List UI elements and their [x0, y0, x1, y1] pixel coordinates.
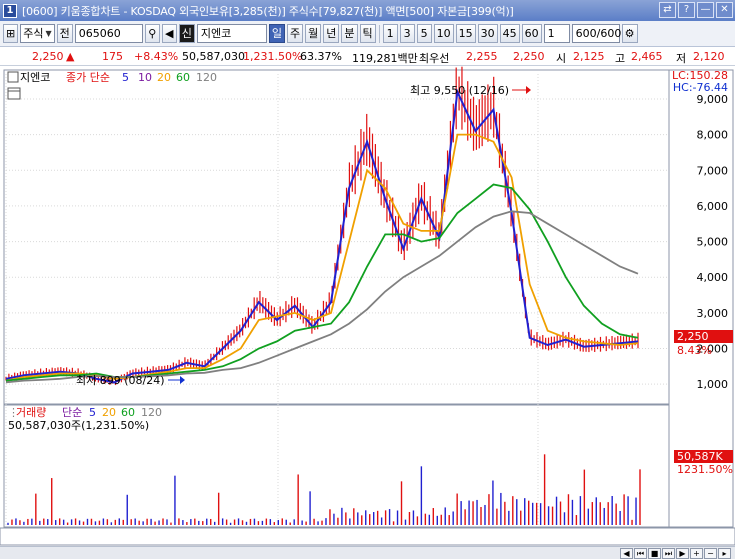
- price-change-pct: +8.43%: [134, 50, 179, 63]
- volume-label: 거래량: [16, 406, 46, 419]
- price-tick-label: 7,000: [697, 164, 729, 177]
- hc-value: HC:-76.44: [673, 81, 728, 94]
- up-arrow-icon: ▲: [66, 50, 75, 63]
- prev-button[interactable]: 전: [56, 24, 73, 43]
- quote-bar: 2,250 ▲ 175 +8.43% 50,587,030 1,231.50% …: [0, 47, 735, 66]
- period-day[interactable]: 일: [268, 24, 285, 43]
- legend-ma60: 60: [176, 71, 190, 84]
- open-price: 2,125: [573, 50, 605, 63]
- chart-window: 1 [0600] 키움종합차트 - KOSDAQ 외국인보유[3,285(천)]…: [0, 0, 735, 559]
- legend-marker-icon: [7, 71, 19, 83]
- market-select[interactable]: 주식 ▼: [20, 24, 55, 43]
- new-listing-badge: 신: [178, 24, 195, 43]
- minute-10[interactable]: 10: [433, 24, 454, 43]
- help-icon[interactable]: ?: [678, 2, 695, 18]
- volume-ma5: 5: [89, 406, 96, 419]
- period-month[interactable]: 월: [305, 24, 322, 43]
- price-tag-value: 2,250: [677, 330, 709, 343]
- scroll-first-icon[interactable]: ⏮: [634, 547, 647, 559]
- open-label: 시: [556, 52, 567, 65]
- minute-45[interactable]: 45: [499, 24, 520, 43]
- volume-today: 50,587,030주(1,231.50%): [8, 419, 149, 432]
- trade-amount: 119,281백만: [352, 52, 418, 65]
- volume-ma-label: 단순: [62, 406, 82, 419]
- speaker-icon[interactable]: ◀: [161, 24, 177, 43]
- divider: [378, 24, 380, 43]
- price-tick-label: 8,000: [697, 129, 729, 142]
- close-button[interactable]: ✕: [716, 2, 733, 18]
- scroll-bar[interactable]: ◀ ⏮ ■ ⏭ ▶ + − ▸: [0, 546, 735, 559]
- period-year[interactable]: 년: [323, 24, 340, 43]
- settings-icon[interactable]: ⚙: [621, 24, 638, 43]
- period-week[interactable]: 주: [287, 24, 304, 43]
- price-tick-label: 9,000: [697, 93, 729, 106]
- minute-60[interactable]: 60: [521, 24, 542, 43]
- stock-chart: 1,0002,0003,0004,0005,0006,0007,0008,000…: [0, 66, 735, 546]
- scroll-left-icon[interactable]: ◀: [620, 547, 633, 559]
- volume-tag-pct: 1231.50%: [677, 463, 733, 476]
- price-tag-pct: 8.43%: [677, 344, 712, 357]
- volume-ma20: 20: [102, 406, 116, 419]
- price-tick-label: 5,000: [697, 236, 729, 249]
- price-tick-label: 3,000: [697, 307, 729, 320]
- price-change: 175: [102, 50, 123, 63]
- chart-tool-icon[interactable]: ⊞: [3, 24, 19, 43]
- calendar-icon[interactable]: [7, 87, 21, 100]
- link-icon[interactable]: ⇄: [659, 2, 676, 18]
- volume-value: 50,587,030: [182, 50, 245, 63]
- low-annotation: 최저 899 (08/24): [76, 374, 165, 387]
- chevron-down-icon: ▼: [45, 29, 52, 38]
- stock-code-input[interactable]: 065060: [74, 24, 143, 43]
- zoom-in-icon[interactable]: +: [690, 547, 703, 559]
- legend-ma-label: 종가 단순: [66, 71, 110, 84]
- low-price: 2,120: [693, 50, 725, 63]
- volume-ma60: 60: [121, 406, 135, 419]
- turnover-ratio: 63.37%: [300, 50, 342, 63]
- stock-name-field: 지엔코: [196, 24, 267, 43]
- current-price: 2,250: [32, 50, 64, 63]
- volume-pct: 1,231.50%: [243, 50, 303, 63]
- minute-15[interactable]: 15: [455, 24, 476, 43]
- best-bid: 2,250: [513, 50, 545, 63]
- legend-ma20: 20: [157, 71, 171, 84]
- legend-ma10: 10: [138, 71, 152, 84]
- best-quote-label: 최우선: [419, 52, 450, 65]
- market-select-value: 주식: [23, 27, 44, 40]
- best-ask: 2,255: [466, 50, 498, 63]
- toolbar: ⊞ 주식 ▼ 전 065060 ⚲ ◀ 신 지엔코 일 주 월 년 분 틱 1 …: [0, 21, 735, 47]
- window-number-icon[interactable]: 1: [3, 3, 17, 18]
- price-tick-label: 6,000: [697, 200, 729, 213]
- title-bar: 1 [0600] 키움종합차트 - KOSDAQ 외국인보유[3,285(천)]…: [0, 0, 735, 21]
- legend-ma120: 120: [196, 71, 217, 84]
- more-icon[interactable]: ▸: [718, 547, 731, 559]
- minute-30[interactable]: 30: [477, 24, 498, 43]
- zoom-out-icon[interactable]: −: [704, 547, 717, 559]
- legend-ma5: 5: [122, 71, 129, 84]
- search-icon[interactable]: ⚲: [144, 24, 160, 43]
- data-count-input[interactable]: 600/600: [571, 24, 621, 43]
- period-tick[interactable]: 틱: [359, 24, 376, 43]
- volume-tag-value: 50,587K: [677, 450, 723, 463]
- minute-5[interactable]: 5: [416, 24, 432, 43]
- high-price: 2,465: [631, 50, 663, 63]
- scroll-last-icon[interactable]: ⏭: [662, 547, 675, 559]
- period-minute[interactable]: 분: [341, 24, 358, 43]
- low-label: 저: [676, 52, 687, 65]
- window-title: [0600] 키움종합차트 - KOSDAQ 외국인보유[3,285(천)] 주…: [22, 4, 514, 18]
- price-tick-label: 4,000: [697, 271, 729, 284]
- stop-icon[interactable]: ■: [648, 547, 661, 559]
- minimize-button[interactable]: —: [697, 2, 714, 18]
- x-axis-band: [0, 527, 735, 546]
- high-annotation: 최고 9,550 (12/16): [410, 84, 509, 97]
- legend-stock: 지엔코: [20, 71, 50, 84]
- volume-ma120: 120: [141, 406, 162, 419]
- price-tick-label: 1,000: [697, 378, 729, 391]
- high-label: 고: [615, 52, 626, 65]
- minute-1[interactable]: 1: [382, 24, 398, 43]
- play-icon[interactable]: ▶: [676, 547, 689, 559]
- minute-3[interactable]: 3: [399, 24, 415, 43]
- custom-interval-input[interactable]: 1: [543, 24, 570, 43]
